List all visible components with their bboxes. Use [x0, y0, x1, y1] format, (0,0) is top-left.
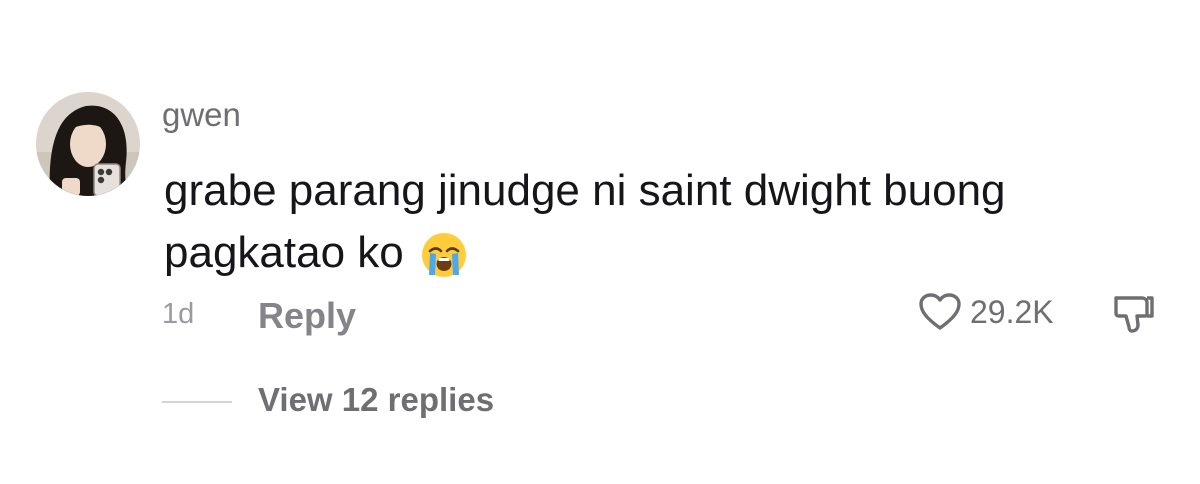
like-count: 29.2K — [970, 293, 1054, 330]
view-replies-button[interactable]: View 12 replies — [258, 381, 494, 419]
loudly-crying-face-icon — [420, 231, 468, 296]
replies-divider — [162, 401, 232, 403]
dislike-button[interactable] — [1108, 292, 1156, 341]
avatar-photo — [36, 92, 140, 196]
reply-button[interactable]: Reply — [258, 295, 356, 337]
like-button[interactable]: 29.2K — [918, 292, 1054, 332]
comment-text: grabe parang jinudge ni saint dwight buo… — [164, 166, 1006, 277]
comment-body: grabe parang jinudge ni saint dwight buo… — [164, 160, 1124, 296]
avatar[interactable] — [36, 92, 140, 196]
heart-outline-icon — [919, 293, 961, 330]
comment-timestamp: 1d — [162, 298, 195, 330]
comment-username[interactable]: gwen — [162, 98, 241, 131]
thumbs-down-icon — [1114, 296, 1154, 333]
